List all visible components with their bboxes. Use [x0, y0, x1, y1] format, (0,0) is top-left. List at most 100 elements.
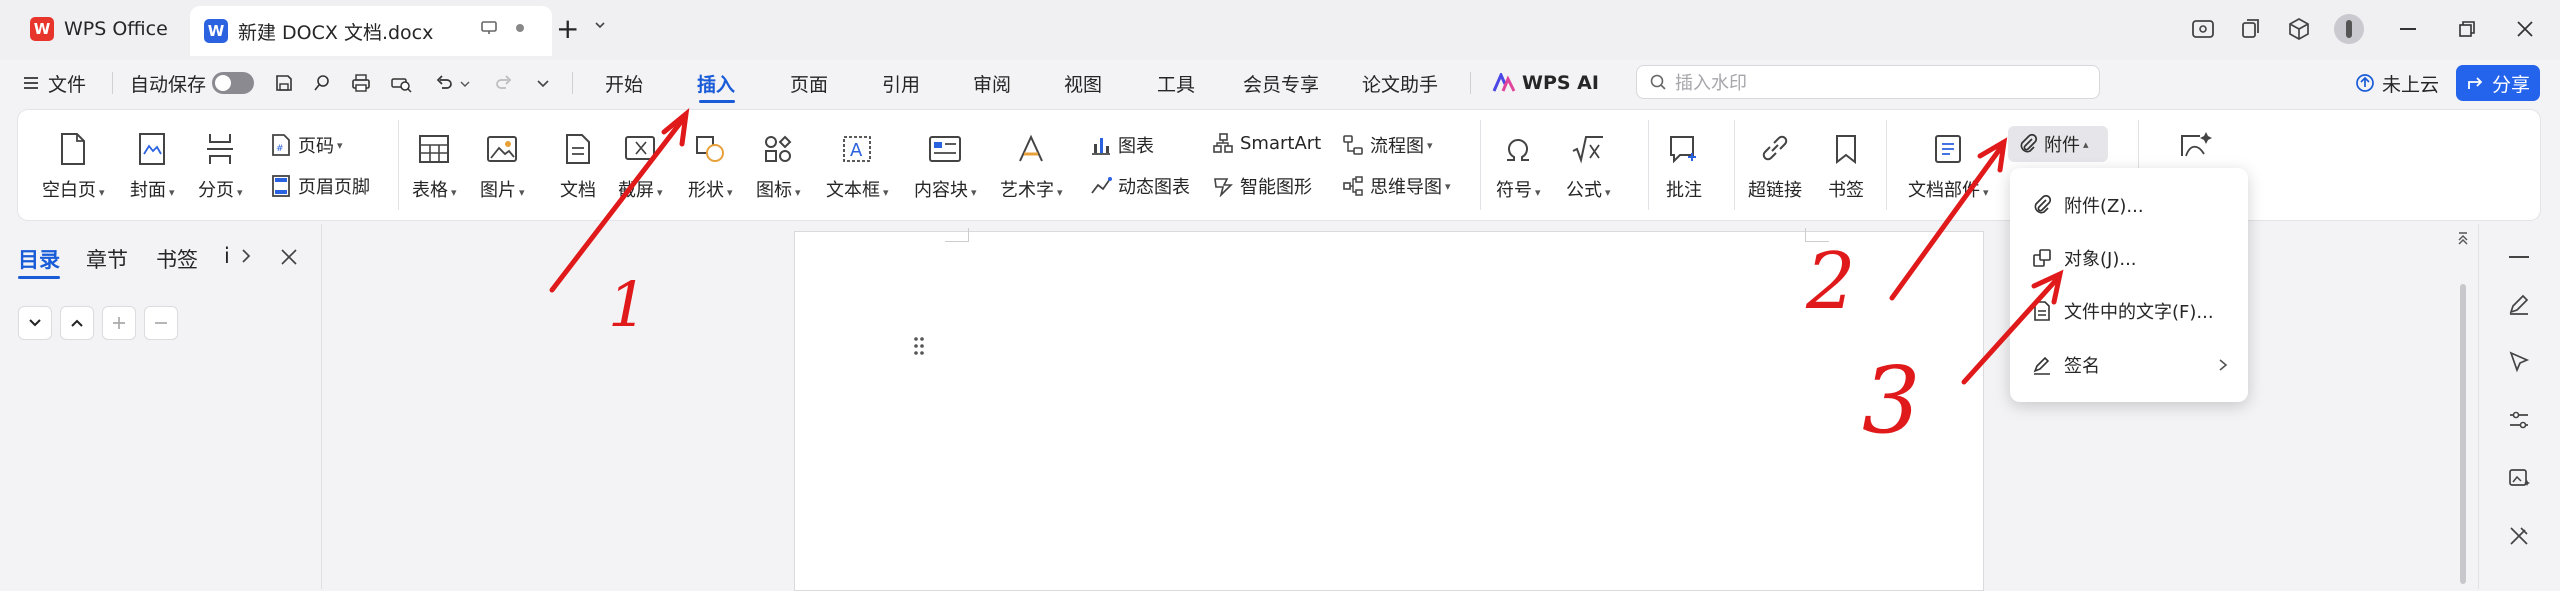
tab-document[interactable]: W 新建 DOCX 文档.docx: [190, 6, 552, 56]
skin-icon[interactable]: [2190, 16, 2216, 42]
comment-button[interactable]: 批注: [1666, 126, 1702, 202]
tab-bookmarks[interactable]: 书签: [156, 244, 198, 274]
dynamic-chart-button[interactable]: 动态图表: [1090, 173, 1190, 199]
active-tab-indicator: [699, 100, 735, 103]
icon-button[interactable]: 图标 ▾: [756, 126, 801, 202]
vertical-scrollbar[interactable]: [2454, 224, 2472, 589]
select-cursor-icon[interactable]: [2507, 350, 2531, 374]
icon-label: 图标: [756, 180, 792, 201]
adjust-sliders-icon[interactable]: [2507, 408, 2531, 432]
tab-member[interactable]: 会员专享: [1243, 60, 1319, 106]
tab-list-chevron-icon[interactable]: [594, 20, 606, 30]
tab-more[interactable]: i: [224, 244, 230, 268]
table-button[interactable]: 表格 ▾: [412, 126, 457, 202]
close-pane-icon[interactable]: [280, 248, 298, 266]
tab-tools[interactable]: 工具: [1157, 60, 1195, 106]
header-footer-button[interactable]: 页眉页脚: [270, 173, 370, 199]
plus-icon: [113, 317, 125, 329]
save-icon[interactable]: [274, 73, 294, 93]
expand-button[interactable]: [60, 306, 94, 340]
ai-picture-icon[interactable]: [2178, 130, 2212, 162]
tab-wps-office[interactable]: W WPS Office: [14, 6, 184, 52]
close-window-icon[interactable]: [2516, 20, 2534, 38]
header-footer-icon: [272, 175, 290, 197]
collapse-button[interactable]: [18, 306, 52, 340]
shape-button[interactable]: 形状 ▾: [688, 126, 733, 202]
cloud-status-button[interactable]: 未上云: [2354, 60, 2439, 106]
remove-heading-button[interactable]: [144, 306, 178, 340]
tab-toc[interactable]: 目录: [18, 244, 60, 274]
monitor-icon[interactable]: [480, 20, 498, 36]
formula-button[interactable]: 公式 ▾: [1566, 126, 1611, 202]
menu-item-signature[interactable]: 签名: [2032, 350, 2232, 380]
tab-view[interactable]: 视图: [1064, 60, 1102, 106]
share-button[interactable]: 分享: [2456, 65, 2540, 101]
attachment-button[interactable]: 附件 ▴: [2008, 126, 2108, 162]
file-menu-button[interactable]: 文件: [22, 60, 86, 106]
menu-item-text-from-file[interactable]: 文件中的文字(F)...: [2032, 296, 2214, 326]
window-mode-icon[interactable]: [2238, 16, 2264, 42]
unsaved-dot-icon[interactable]: [516, 24, 524, 32]
collapse-sidebar-icon[interactable]: [2509, 256, 2529, 258]
page-number-button[interactable]: # 页码 ▾: [270, 132, 343, 158]
redo-icon[interactable]: [494, 73, 514, 93]
new-tab-button[interactable]: +: [556, 14, 579, 44]
content-block-label: 内容块: [914, 180, 968, 201]
drag-handle-icon[interactable]: [913, 336, 925, 356]
minimize-icon[interactable]: [2400, 28, 2416, 30]
scroll-thumb[interactable]: [2460, 284, 2466, 584]
print-preview-icon[interactable]: [390, 73, 412, 93]
undo-icon[interactable]: [434, 73, 454, 93]
dynamic-chart-label: 动态图表: [1118, 177, 1190, 198]
tab-chapters[interactable]: 章节: [86, 244, 128, 274]
wordart-button[interactable]: 艺术字 ▾: [1000, 126, 1063, 202]
share-link-icon[interactable]: [312, 73, 332, 93]
cover-button[interactable]: 封面 ▾: [130, 126, 175, 202]
tab-start[interactable]: 开始: [605, 60, 643, 106]
mindmap-button[interactable]: 思维导图 ▾: [1342, 173, 1451, 199]
menu-item-attachment[interactable]: 附件(Z)...: [2032, 190, 2144, 220]
cover-icon: [137, 126, 167, 172]
pen-icon[interactable]: [2507, 292, 2531, 316]
blank-page-icon: [58, 126, 88, 172]
symbol-button[interactable]: 符号 ▾: [1496, 126, 1541, 202]
blank-page-button[interactable]: 空白页 ▾: [42, 126, 105, 202]
mindmap-icon: [1343, 176, 1363, 196]
page-break-button[interactable]: 分页 ▾: [198, 126, 243, 202]
flowchart-label: 流程图: [1370, 136, 1424, 157]
tab-review[interactable]: 审阅: [973, 60, 1011, 106]
image-edit-icon[interactable]: [2507, 466, 2531, 490]
search-input[interactable]: 插入水印: [1636, 65, 2100, 99]
print-icon[interactable]: [350, 73, 372, 93]
doc-parts-button[interactable]: 文档部件 ▾: [1908, 126, 1989, 202]
tab-paper-assistant[interactable]: 论文助手: [1362, 60, 1438, 106]
textbox-label: 文本框: [826, 180, 880, 201]
more-chevron-icon[interactable]: [536, 79, 550, 89]
tab-page[interactable]: 页面: [790, 60, 828, 106]
content-block-button[interactable]: 内容块 ▾: [914, 126, 977, 202]
share-icon: [2466, 74, 2486, 92]
scroll-top-icon[interactable]: [2458, 232, 2468, 246]
add-heading-button[interactable]: [102, 306, 136, 340]
menu-item-object[interactable]: 对象(J)...: [2032, 243, 2137, 273]
restore-icon[interactable]: [2458, 20, 2476, 38]
cube-icon[interactable]: [2286, 16, 2312, 42]
screenshot-button[interactable]: 截屏 ▾: [618, 126, 663, 202]
smartart-button[interactable]: SmartArt: [1212, 132, 1321, 154]
smart-shape-button[interactable]: 智能图形: [1212, 173, 1312, 199]
document-page[interactable]: [794, 228, 1984, 591]
textbox-button[interactable]: A 文本框 ▾: [826, 126, 889, 202]
undo-dropdown-chevron-icon[interactable]: [460, 80, 470, 88]
tools-icon[interactable]: [2507, 524, 2531, 548]
avatar[interactable]: [2334, 14, 2364, 44]
wps-ai-button[interactable]: WPS AI: [1492, 60, 1599, 106]
hyperlink-button[interactable]: 超链接: [1748, 126, 1802, 202]
chart-button[interactable]: 图表: [1090, 132, 1154, 158]
document-button[interactable]: 文档: [560, 126, 596, 202]
bookmark-button[interactable]: 书签: [1828, 126, 1864, 202]
flowchart-button[interactable]: 流程图 ▾: [1342, 132, 1433, 158]
chevron-right-icon[interactable]: [240, 248, 252, 264]
autosave-toggle[interactable]: [212, 72, 254, 94]
tab-references[interactable]: 引用: [882, 60, 920, 106]
picture-button[interactable]: 图片 ▾: [480, 126, 525, 202]
